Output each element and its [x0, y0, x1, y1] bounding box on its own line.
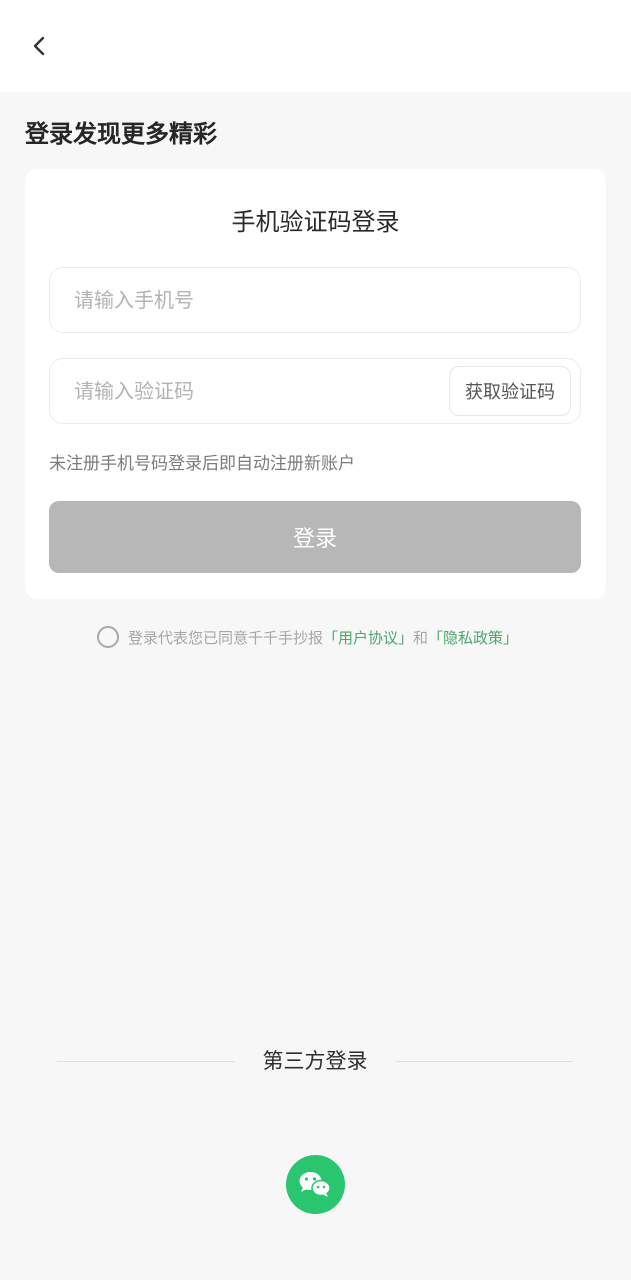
phone-input[interactable] — [74, 268, 554, 332]
agreement-row: 登录代表您已同意千千手抄报 「用户协议」 和 「隐私政策」 — [97, 624, 518, 650]
register-hint: 未注册手机号码登录后即自动注册新账户 — [49, 454, 355, 474]
back-button[interactable] — [22, 28, 58, 64]
chevron-left-icon — [33, 36, 45, 56]
third-party-divider: 第三方登录 — [57, 1045, 573, 1077]
agreement-radio[interactable] — [97, 626, 119, 648]
wechat-icon — [299, 1172, 331, 1197]
wechat-login-button[interactable] — [286, 1155, 345, 1214]
agreement-and: 和 — [413, 628, 429, 647]
verification-code-input[interactable] — [74, 359, 434, 423]
card-title: 手机验证码登录 — [231, 208, 400, 236]
page-title: 登录发现更多精彩 — [25, 120, 217, 148]
get-code-button[interactable]: 获取验证码 — [449, 366, 571, 416]
divider-line-left — [57, 1060, 235, 1062]
user-agreement-link[interactable]: 「用户协议」 — [323, 627, 413, 648]
phone-field — [49, 267, 581, 333]
login-button[interactable]: 登录 — [49, 501, 581, 573]
code-field: 获取验证码 — [49, 358, 581, 424]
top-bar — [0, 0, 631, 92]
agreement-prefix: 登录代表您已同意千千手抄报 — [128, 628, 324, 647]
login-page: 登录发现更多精彩 手机验证码登录 获取验证码 未注册手机号码登录后即自动注册新账… — [0, 0, 631, 1280]
divider-line-right — [395, 1060, 573, 1062]
privacy-policy-link[interactable]: 「隐私政策」 — [428, 627, 518, 648]
third-party-label: 第三方登录 — [262, 1049, 368, 1073]
